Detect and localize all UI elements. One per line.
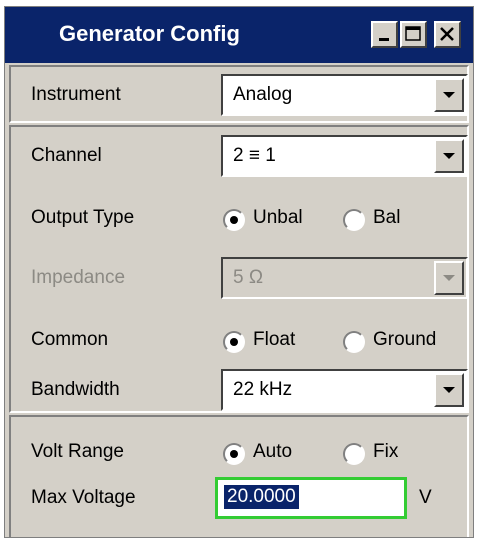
instrument-section: Instrument Analog [9, 65, 469, 123]
max-voltage-input[interactable]: 20.0000 [215, 477, 407, 519]
chevron-down-icon [443, 92, 455, 98]
common-ground-label[interactable]: Ground [373, 329, 436, 351]
common-float-radio[interactable] [223, 331, 245, 353]
impedance-value: 5 Ω [233, 267, 264, 288]
volt-range-auto-radio[interactable] [223, 443, 245, 465]
output-type-label: Output Type [31, 207, 135, 228]
chevron-down-icon [443, 153, 455, 159]
output-section: Channel 2 ≡ 1 Output Type Unbal Bal Impe… [9, 125, 469, 413]
chevron-down-icon [443, 275, 455, 281]
common-ground-radio[interactable] [343, 331, 365, 353]
maximize-icon [405, 26, 421, 41]
bandwidth-dropdown-button[interactable] [434, 373, 464, 407]
radio-selected-dot [230, 216, 238, 224]
channel-dropdown-button[interactable] [434, 139, 464, 173]
common-float-label[interactable]: Float [253, 329, 295, 351]
bandwidth-dropdown[interactable]: 22 kHz [221, 369, 468, 411]
radio-selected-dot [230, 450, 238, 458]
maximize-button[interactable] [400, 21, 427, 48]
bandwidth-value: 22 kHz [233, 379, 293, 400]
max-voltage-unit: V [419, 487, 432, 508]
max-voltage-label: Max Voltage [31, 487, 136, 508]
output-type-bal-label[interactable]: Bal [373, 207, 400, 229]
volt-range-auto-label[interactable]: Auto [253, 441, 292, 463]
instrument-value: Analog [233, 84, 293, 105]
title-bar[interactable]: Generator Config [5, 7, 473, 63]
minimize-button[interactable] [371, 21, 398, 48]
instrument-dropdown[interactable]: Analog [221, 74, 468, 116]
output-type-unbal-label[interactable]: Unbal [253, 207, 303, 229]
window-title: Generator Config [59, 21, 240, 46]
radio-selected-dot [230, 338, 238, 346]
channel-label: Channel [31, 145, 102, 166]
common-label: Common [31, 329, 109, 350]
close-button[interactable] [434, 21, 461, 48]
close-icon [440, 27, 454, 41]
impedance-dropdown-button[interactable] [434, 261, 464, 295]
generator-config-window: Generator Config Instrument Analog Chann… [4, 6, 474, 538]
channel-value: 2 ≡ 1 [233, 145, 276, 166]
output-type-unbal-radio[interactable] [223, 209, 245, 231]
volt-range-fix-label[interactable]: Fix [373, 441, 398, 463]
impedance-dropdown[interactable]: 5 Ω [221, 257, 468, 299]
volt-range-label: Volt Range [31, 441, 124, 462]
chevron-down-icon [443, 387, 455, 393]
impedance-label: Impedance [31, 267, 126, 288]
max-voltage-value: 20.0000 [224, 485, 299, 509]
volt-range-fix-radio[interactable] [343, 443, 365, 465]
instrument-dropdown-button[interactable] [434, 78, 464, 112]
channel-dropdown[interactable]: 2 ≡ 1 [221, 135, 468, 177]
voltage-section: Volt Range Auto Fix Max Voltage 20.0000 … [9, 415, 469, 537]
output-type-bal-radio[interactable] [343, 209, 365, 231]
instrument-label: Instrument [31, 84, 121, 105]
bandwidth-label: Bandwidth [31, 379, 120, 400]
minimize-icon [379, 38, 389, 41]
